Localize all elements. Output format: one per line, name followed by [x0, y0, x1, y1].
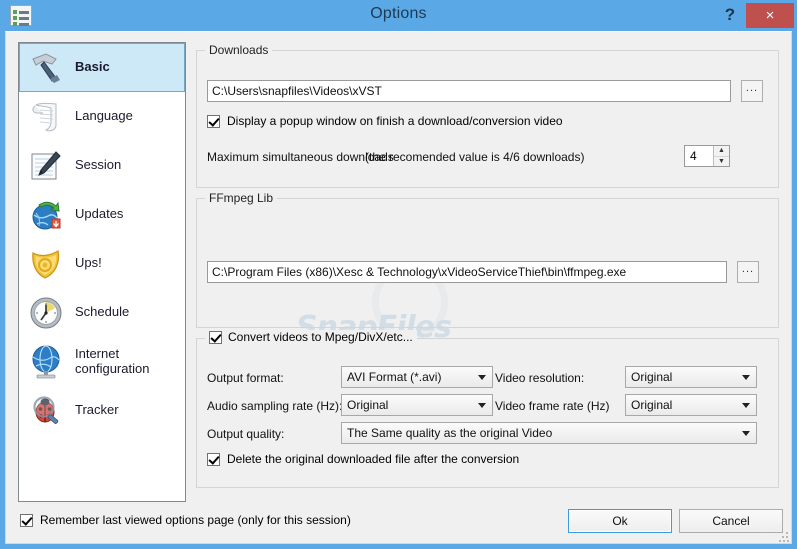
- sidebar-item-label: Tracker: [75, 402, 119, 418]
- scroll-icon: [26, 97, 66, 137]
- popup-checkbox[interactable]: [207, 114, 220, 128]
- sidebar-item-label: Schedule: [75, 304, 130, 320]
- sidebar-item-tracker[interactable]: Tracker: [19, 386, 185, 435]
- max-downloads-stepper: 4 ▲ ▼: [684, 145, 730, 167]
- sidebar-item-label: Language: [75, 108, 133, 124]
- download-path-browse-button[interactable]: ...: [741, 80, 763, 102]
- video-resolution-select: Original: [625, 366, 757, 388]
- audio-rate-label: Audio sampling rate (Hz):: [207, 399, 343, 413]
- sidebar-item-label: Internet configuration: [75, 346, 150, 376]
- audio-rate-select: Original: [341, 394, 493, 416]
- downloads-group: Downloads C:\Users\snapfiles\Videos\xVST…: [196, 43, 779, 188]
- frame-rate-select: Original: [625, 394, 757, 416]
- sidebar-item-basic[interactable]: Basic: [19, 43, 185, 92]
- convert-checkbox-label: Convert videos to Mpeg/DivX/etc...: [228, 330, 413, 344]
- download-path-input[interactable]: C:\Users\snapfiles\Videos\xVST: [207, 80, 731, 102]
- sidebar-item-language[interactable]: Language: [19, 92, 185, 141]
- output-format-label: Output format:: [207, 371, 284, 385]
- delete-original-checkbox[interactable]: [207, 452, 220, 466]
- remember-page-checkbox[interactable]: [20, 513, 33, 527]
- help-button[interactable]: ?: [719, 4, 741, 26]
- options-main-panel: Downloads C:\Users\snapfiles\Videos\xVST…: [196, 42, 779, 501]
- output-quality-select: The Same quality as the original Video: [341, 422, 757, 444]
- video-resolution-value: Original: [631, 370, 673, 384]
- options-sidebar: Basic Language Session Updates Ups! Sche…: [18, 42, 186, 502]
- delete-original-label: Delete the original downloaded file afte…: [227, 452, 520, 466]
- ok-button[interactable]: Ok: [568, 509, 672, 533]
- ffmpeg-path-browse-button[interactable]: ...: [737, 261, 759, 283]
- sidebar-item-updates[interactable]: Updates: [19, 190, 185, 239]
- globe-refresh-icon: [26, 195, 66, 235]
- resize-grip[interactable]: [779, 532, 789, 542]
- cancel-button[interactable]: Cancel: [679, 509, 783, 533]
- bug-magnifier-icon: [26, 391, 66, 431]
- hammer-icon: [26, 48, 66, 88]
- sidebar-item-schedule[interactable]: Schedule: [19, 288, 185, 337]
- window-title: Options: [370, 5, 427, 22]
- globe-network-icon: [26, 342, 66, 382]
- chevron-down-icon: [742, 375, 750, 380]
- output-format-value: AVI Format (*.avi): [347, 370, 442, 384]
- chevron-down-icon: [742, 403, 750, 408]
- dialog-body: SnapFiles Basic Language Session Updates…: [5, 31, 792, 544]
- sidebar-item-label: Updates: [75, 206, 124, 222]
- options-window: Options ? × SnapFiles Basic Language Ses…: [0, 0, 797, 549]
- max-downloads-hint: (the recomended value is 4/6 downloads): [365, 150, 585, 164]
- frame-rate-value: Original: [631, 398, 673, 412]
- output-quality-label: Output quality:: [207, 427, 285, 441]
- remember-page-label: Remember last viewed options page (only …: [40, 513, 351, 527]
- convert-checkbox[interactable]: [209, 330, 222, 344]
- popup-checkbox-label: Display a popup window on finish a downl…: [227, 114, 563, 128]
- output-quality-value: The Same quality as the original Video: [347, 426, 553, 440]
- delete-original-checkbox-row: Delete the original downloaded file afte…: [207, 452, 519, 466]
- sidebar-item-internet-configuration[interactable]: Internet configuration: [19, 337, 185, 386]
- downloads-group-title: Downloads: [205, 43, 273, 57]
- sidebar-item-label: Ups!: [75, 255, 102, 271]
- max-downloads-value[interactable]: 4: [685, 146, 713, 166]
- convert-group: Convert videos to Mpeg/DivX/etc... Outpu…: [196, 330, 779, 488]
- ffmpeg-group-title: FFmpeg Lib: [205, 191, 278, 205]
- remember-page-checkbox-row: Remember last viewed options page (only …: [20, 513, 351, 527]
- dialog-footer: Remember last viewed options page (only …: [6, 501, 791, 543]
- audio-rate-value: Original: [347, 398, 389, 412]
- clock-icon: [26, 293, 66, 333]
- popup-checkbox-row: Display a popup window on finish a downl…: [207, 114, 563, 128]
- close-button[interactable]: ×: [746, 3, 794, 28]
- sidebar-item-label: Session: [75, 157, 122, 173]
- ffmpeg-group: FFmpeg Lib C:\Program Files (x86)\Xesc &…: [196, 191, 779, 328]
- chevron-down-icon: [478, 403, 486, 408]
- chevron-down-icon: [478, 375, 486, 380]
- convert-checkbox-row[interactable]: Convert videos to Mpeg/DivX/etc...: [205, 330, 417, 344]
- frame-rate-label: Video frame rate (Hz): [495, 399, 610, 413]
- video-resolution-label: Video resolution:: [495, 371, 585, 385]
- chevron-down-icon: [742, 431, 750, 436]
- notepad-pen-icon: [26, 146, 66, 186]
- stepper-up-icon[interactable]: ▲: [714, 146, 729, 157]
- sidebar-item-label: Basic: [75, 59, 110, 75]
- content-area: Basic Language Session Updates Ups! Sche…: [6, 32, 791, 502]
- stepper-down-icon[interactable]: ▼: [714, 157, 729, 167]
- sidebar-item-session[interactable]: Session: [19, 141, 185, 190]
- shield-icon: [26, 244, 66, 284]
- title-bar: Options ? ×: [0, 0, 797, 31]
- output-format-select: AVI Format (*.avi): [341, 366, 493, 388]
- ffmpeg-path-input[interactable]: C:\Program Files (x86)\Xesc & Technology…: [207, 261, 727, 283]
- sidebar-item-ups[interactable]: Ups!: [19, 239, 185, 288]
